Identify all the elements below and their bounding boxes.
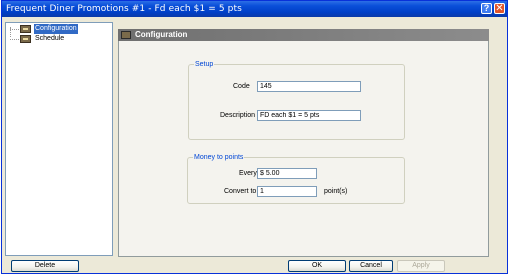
panel-title: Configuration <box>135 30 188 39</box>
help-button[interactable]: ? <box>481 3 492 14</box>
close-button[interactable]: ✕ <box>494 3 505 14</box>
configuration-icon <box>121 31 131 39</box>
money-group-title: Money to points <box>193 153 245 162</box>
tree-item-label: Schedule <box>35 35 65 42</box>
ok-button[interactable]: OK <box>288 260 346 272</box>
schedule-icon <box>20 35 31 43</box>
every-input[interactable] <box>257 168 317 179</box>
code-input[interactable] <box>257 81 361 92</box>
code-label: Code <box>233 83 250 90</box>
convert-to-label: Convert to <box>224 188 257 195</box>
delete-button[interactable]: Delete <box>11 260 79 272</box>
window-title: Frequent Diner Promotions #1 - Fd each $… <box>6 4 242 14</box>
setup-group-title: Setup <box>194 60 215 69</box>
description-label: Description <box>220 112 256 119</box>
tree-connector <box>10 39 19 40</box>
convert-to-input[interactable] <box>257 186 317 197</box>
every-label: Every <box>239 170 257 177</box>
tree-item-label: Configuration <box>34 24 78 34</box>
panel-header: Configuration <box>118 29 489 41</box>
apply-button[interactable]: Apply <box>397 260 445 272</box>
navigation-tree: Configuration Schedule <box>5 22 113 256</box>
points-suffix-label: point(s) <box>324 188 348 195</box>
cancel-button[interactable]: Cancel <box>349 260 393 272</box>
tree-connector <box>10 29 19 30</box>
title-bar: Frequent Diner Promotions #1 - Fd each $… <box>2 1 507 17</box>
description-input[interactable] <box>257 110 361 121</box>
configuration-icon <box>20 25 31 33</box>
setup-group: Setup <box>188 60 405 140</box>
